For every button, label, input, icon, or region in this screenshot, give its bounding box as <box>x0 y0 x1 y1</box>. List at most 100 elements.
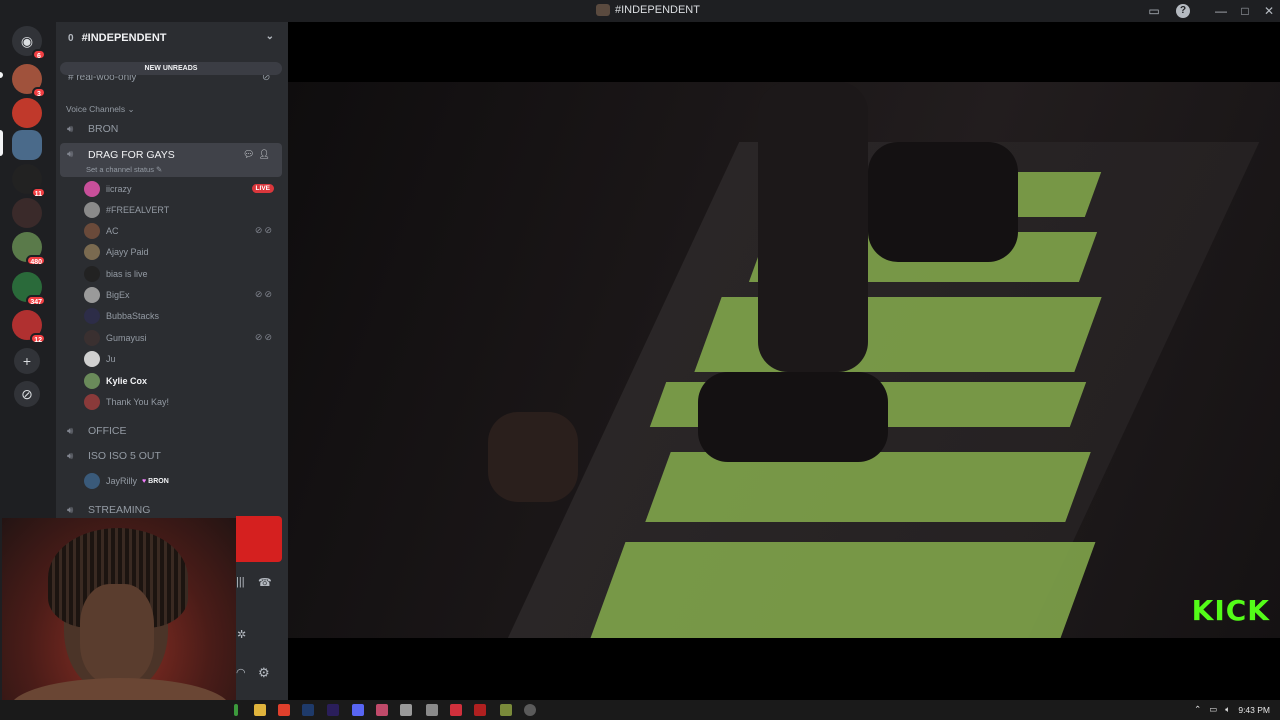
server-icon-4[interactable]: 11 <box>12 164 46 198</box>
voice-user[interactable]: iicrazy LIVE <box>84 179 278 199</box>
network-icon[interactable]: ▭ <box>1209 704 1217 715</box>
server-header[interactable]: 0 #INDEPENDENT ⌄ <box>56 22 288 54</box>
premiere-icon[interactable] <box>327 704 339 716</box>
voice-user[interactable]: Gumayusi ⊘⊘ <box>84 328 278 348</box>
system-tray: ⌃ ▭ 🔈︎ 9:43 PM <box>1194 704 1270 715</box>
server-icon-3[interactable] <box>12 130 42 160</box>
muted-deafened-icon: ⊘⊘ <box>254 332 274 342</box>
notification-badge: 480 <box>26 255 46 266</box>
clock[interactable]: 9:43 PM <box>1238 705 1270 715</box>
voice-user[interactable]: #FREEALVERT <box>84 200 278 220</box>
taskbar-app-icon[interactable] <box>450 704 462 716</box>
voice-user-name: iicrazy <box>106 184 132 194</box>
voice-user[interactable]: BigEx ⊘⊘ <box>84 285 278 305</box>
taskbar-app-icon[interactable] <box>400 704 412 716</box>
soundboard-icon[interactable]: ||| <box>236 576 245 588</box>
chat-and-invite-icons[interactable]: 💬︎👤︎ <box>243 149 274 160</box>
voice-user[interactable]: Thank You Kay! <box>84 392 278 412</box>
taskbar-app-icon[interactable] <box>474 704 486 716</box>
voice-user-name: Ju <box>106 354 116 364</box>
help-icon[interactable]: ? <box>1176 4 1190 18</box>
video-frame <box>288 82 1280 638</box>
voice-channel-name: ISO ISO 5 OUT <box>88 450 161 462</box>
server-icon <box>596 4 610 16</box>
notification-badge: 12 <box>30 333 46 344</box>
browser-icon[interactable] <box>278 704 290 716</box>
voice-channel-drag-for-gays[interactable]: 🔊︎ DRAG FOR GAYS Set a channel status ✎ … <box>60 143 282 177</box>
voice-user-name: Kylie Cox <box>106 376 148 386</box>
avatar <box>84 351 100 367</box>
explore-icon[interactable]: ⊘ <box>14 381 40 407</box>
activity-icon[interactable]: ✲ <box>237 628 246 641</box>
taskbar: ⌃ ▭ 🔈︎ 9:43 PM <box>0 700 1280 720</box>
voice-user-name: BigEx <box>106 290 130 300</box>
folder-icon[interactable] <box>254 704 266 716</box>
server-icon-1[interactable]: 3 <box>12 64 46 98</box>
chevron-up-icon[interactable]: ⌃ <box>1194 704 1201 715</box>
channel-status-text: Set a channel status <box>86 165 154 174</box>
voice-user[interactable]: JayRilly ♥ BRON <box>84 471 278 491</box>
photoshop-icon[interactable] <box>302 704 314 716</box>
muted-deafened-icon: ⊘⊘ <box>254 289 274 299</box>
shoe-shape <box>698 372 888 462</box>
chevron-down-icon: ⌄ <box>265 31 274 42</box>
maximize-button[interactable]: □ <box>1238 4 1252 18</box>
avatar <box>84 473 100 489</box>
notification-badge: 11 <box>30 187 46 198</box>
window-title-text: #INDEPENDENT <box>615 4 700 16</box>
glow-tile <box>645 452 1091 522</box>
avatar <box>84 244 100 260</box>
voice-channel-name: STREAMING <box>88 504 151 516</box>
voice-user-name: Thank You Kay! <box>106 397 170 407</box>
speaker-icon: 🔊︎ <box>67 425 74 437</box>
voice-user[interactable]: Kylie Cox <box>84 371 278 391</box>
minimize-button[interactable]: — <box>1214 4 1228 18</box>
stream-video[interactable]: KICK <box>288 22 1280 702</box>
channel-status[interactable]: Set a channel status ✎ <box>86 165 162 174</box>
muted-deafened-icon: ⊘⊘ <box>254 225 274 235</box>
inbox-icon[interactable]: ▭ <box>1147 4 1161 18</box>
voice-channel-name: DRAG FOR GAYS <box>88 149 175 161</box>
gear-icon[interactable]: ⚙ <box>258 665 270 681</box>
avatar <box>84 308 100 324</box>
voice-user[interactable]: AC ⊘⊘ <box>84 221 278 241</box>
voice-channel-bron[interactable]: 🔊︎ BRON <box>60 118 282 140</box>
taskbar-app-icon[interactable] <box>524 704 536 716</box>
server-icon-6[interactable]: 480 <box>12 232 46 266</box>
taskbar-app-icon[interactable] <box>376 704 388 716</box>
window-title: #INDEPENDENT <box>596 4 700 16</box>
server-icon-7[interactable]: 347 <box>12 272 46 306</box>
new-unreads-banner[interactable]: NEW UNREADS <box>60 62 282 75</box>
taskbar-app-icon[interactable] <box>234 704 238 716</box>
discord-icon[interactable] <box>352 704 364 716</box>
avatar <box>84 202 100 218</box>
leg-shape <box>758 82 868 372</box>
server-icon-8[interactable]: 12 <box>12 310 46 344</box>
taskbar-app-icon[interactable] <box>426 704 438 716</box>
voice-user[interactable]: bias is live <box>84 264 278 284</box>
volume-icon[interactable]: 🔈︎ <box>1225 704 1230 715</box>
server-icon-5[interactable] <box>12 198 42 228</box>
avatar <box>84 223 100 239</box>
unread-pill <box>0 72 3 78</box>
title-bar: #INDEPENDENT ▭ ? — □ ✕ <box>0 0 1280 22</box>
voice-user[interactable]: BubbaStacks <box>84 306 278 326</box>
voice-channel-office[interactable]: 🔊︎ OFFICE <box>60 420 282 442</box>
voice-category[interactable]: Voice Channels ⌄ <box>66 104 135 115</box>
disconnect-icon[interactable]: ☎ <box>258 576 272 589</box>
voice-channel-iso[interactable]: 🔊︎ ISO ISO 5 OUT <box>60 445 282 467</box>
kick-watermark: KICK <box>1191 594 1270 627</box>
speaker-icon: 🔊︎ <box>67 149 74 160</box>
add-server-icon[interactable]: + <box>14 348 40 374</box>
server-icon-2[interactable] <box>12 98 42 128</box>
avatar <box>84 394 100 410</box>
avatar <box>84 266 100 282</box>
notification-badge: 347 <box>26 295 46 306</box>
home-button[interactable]: ◉ 6 <box>12 26 46 60</box>
speaker-icon: 🔊︎ <box>67 504 74 516</box>
close-button[interactable]: ✕ <box>1262 4 1276 18</box>
voice-user[interactable]: Ajayy Paid <box>84 242 278 262</box>
headphones-icon[interactable]: ◠ <box>236 666 246 679</box>
taskbar-app-icon[interactable] <box>500 704 512 716</box>
voice-user[interactable]: Ju <box>84 349 278 369</box>
